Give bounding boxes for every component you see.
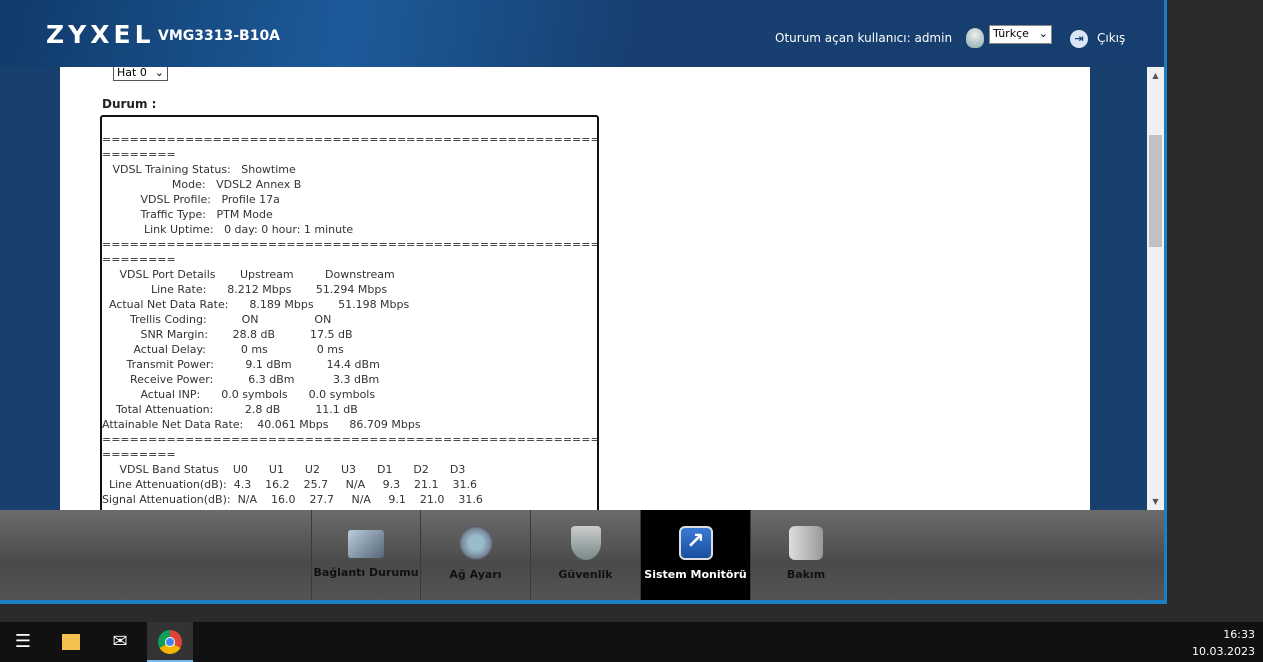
status-line: VDSL Band Status U0 U1 U2 U3 D1 D2 D3 [102, 463, 466, 476]
monitor-globe-icon [348, 530, 384, 558]
logged-in-user: Oturum açan kullanıcı: admin [775, 31, 953, 45]
nav-system-monitor[interactable]: ↗ Sistem Monitörü [641, 510, 751, 600]
header: ZYXEL VMG3313-B10A Oturum açan kullanıcı… [0, 0, 1164, 67]
status-line: Line Rate: 8.212 Mbps 51.294 Mbps [102, 283, 388, 296]
status-textbox[interactable]: ========================================… [100, 115, 599, 510]
status-line: Mode: VDSL2 Annex B [102, 178, 302, 191]
mail-icon[interactable]: ✉ [97, 622, 143, 662]
status-line: Actual Net Data Rate: 8.189 Mbps 51.198 … [102, 298, 410, 311]
line-select[interactable]: Hat 0 ⌄ [113, 67, 168, 81]
scrollbar[interactable]: ▲ ▼ [1147, 67, 1164, 510]
chevron-down-icon: ⌄ [1038, 27, 1048, 40]
nav-connection-status[interactable]: Bağlantı Durumu [311, 510, 421, 600]
shield-icon [570, 526, 601, 560]
model-name: VMG3313-B10A [158, 28, 281, 44]
language-select[interactable]: Türkçe ⌄ [989, 25, 1052, 44]
browser-window: ZYXEL VMG3313-B10A Oturum açan kullanıcı… [0, 0, 1167, 604]
scroll-up-icon[interactable]: ▲ [1147, 67, 1164, 84]
logout-icon[interactable]: ⇥ [1070, 30, 1088, 48]
status-label: Durum : [102, 97, 157, 111]
bottom-nav: Bağlantı Durumu Ağ Ayarı Güvenlik ↗ Sist… [0, 510, 1164, 600]
nav-label: Bakım [786, 568, 826, 581]
nav-network-settings[interactable]: Ağ Ayarı [421, 510, 531, 600]
status-line: Signal Attenuation(dB): N/A 16.0 27.7 N/… [102, 493, 483, 506]
status-line: ========================================… [102, 133, 597, 146]
user-icon [966, 28, 984, 48]
status-line: Trellis Coding: ON ON [102, 313, 332, 326]
file-explorer-icon[interactable] [48, 622, 94, 662]
chart-icon: ↗ [678, 526, 713, 560]
status-line: SNR Margin: 28.8 dB 17.5 dB [102, 328, 353, 341]
status-line: Traffic Type: PTM Mode [102, 208, 273, 221]
status-line: Actual INP: 0.0 symbols 0.0 symbols [102, 388, 376, 401]
gear-icon [458, 526, 493, 560]
nav-label: Sistem Monitörü [644, 568, 747, 581]
scrollbar-thumb[interactable] [1149, 135, 1162, 247]
maintenance-icon [789, 526, 823, 560]
nav-maintenance[interactable]: Bakım [751, 510, 861, 600]
status-line: ========================================… [102, 433, 597, 446]
language-value: Türkçe [993, 27, 1029, 40]
status-line: VDSL Profile: Profile 17a [102, 193, 280, 206]
chevron-down-icon: ⌄ [154, 67, 164, 79]
system-clock[interactable]: 16:33 10.03.2023 [1192, 626, 1255, 660]
status-line: Attainable Net Data Rate: 40.061 Mbps 86… [102, 418, 421, 431]
status-line: ========================================… [102, 238, 597, 251]
nav-label: Bağlantı Durumu [313, 566, 419, 579]
scroll-down-icon[interactable]: ▼ [1147, 493, 1164, 510]
clock-date: 10.03.2023 [1192, 645, 1255, 658]
nav-security[interactable]: Güvenlik [531, 510, 641, 600]
content-area: Hat 0 ⌄ Durum : =========================… [60, 67, 1090, 510]
task-view-icon[interactable]: ☰ [0, 622, 46, 662]
status-line: Total Attenuation: 2.8 dB 11.1 dB [102, 403, 358, 416]
status-line: Actual Delay: 0 ms 0 ms [102, 343, 344, 356]
logout-link[interactable]: Çıkış [1097, 31, 1125, 45]
status-line: VDSL Training Status: Showtime [102, 163, 296, 176]
line-select-value: Hat 0 [117, 67, 147, 79]
status-line: Line Attenuation(dB): 4.3 16.2 25.7 N/A … [102, 478, 478, 491]
status-line: ======== [102, 253, 176, 266]
status-line: Receive Power: 6.3 dBm 3.3 dBm [102, 373, 380, 386]
nav-label: Ağ Ayarı [449, 568, 502, 581]
nav-label: Güvenlik [558, 568, 613, 581]
status-line: Transmit Power: 9.1 dBm 14.4 dBm [102, 358, 380, 371]
status-line: ======== [102, 148, 176, 161]
clock-time: 16:33 [1223, 628, 1255, 641]
status-line: VDSL Port Details Upstream Downstream [102, 268, 395, 281]
status-line: Link Uptime: 0 day: 0 hour: 1 minute [102, 223, 354, 236]
status-line: ======== [102, 448, 176, 461]
zyxel-logo: ZYXEL [46, 20, 155, 49]
taskbar: ☰ ✉ 16:33 10.03.2023 [0, 622, 1263, 662]
chrome-icon[interactable] [147, 622, 193, 662]
